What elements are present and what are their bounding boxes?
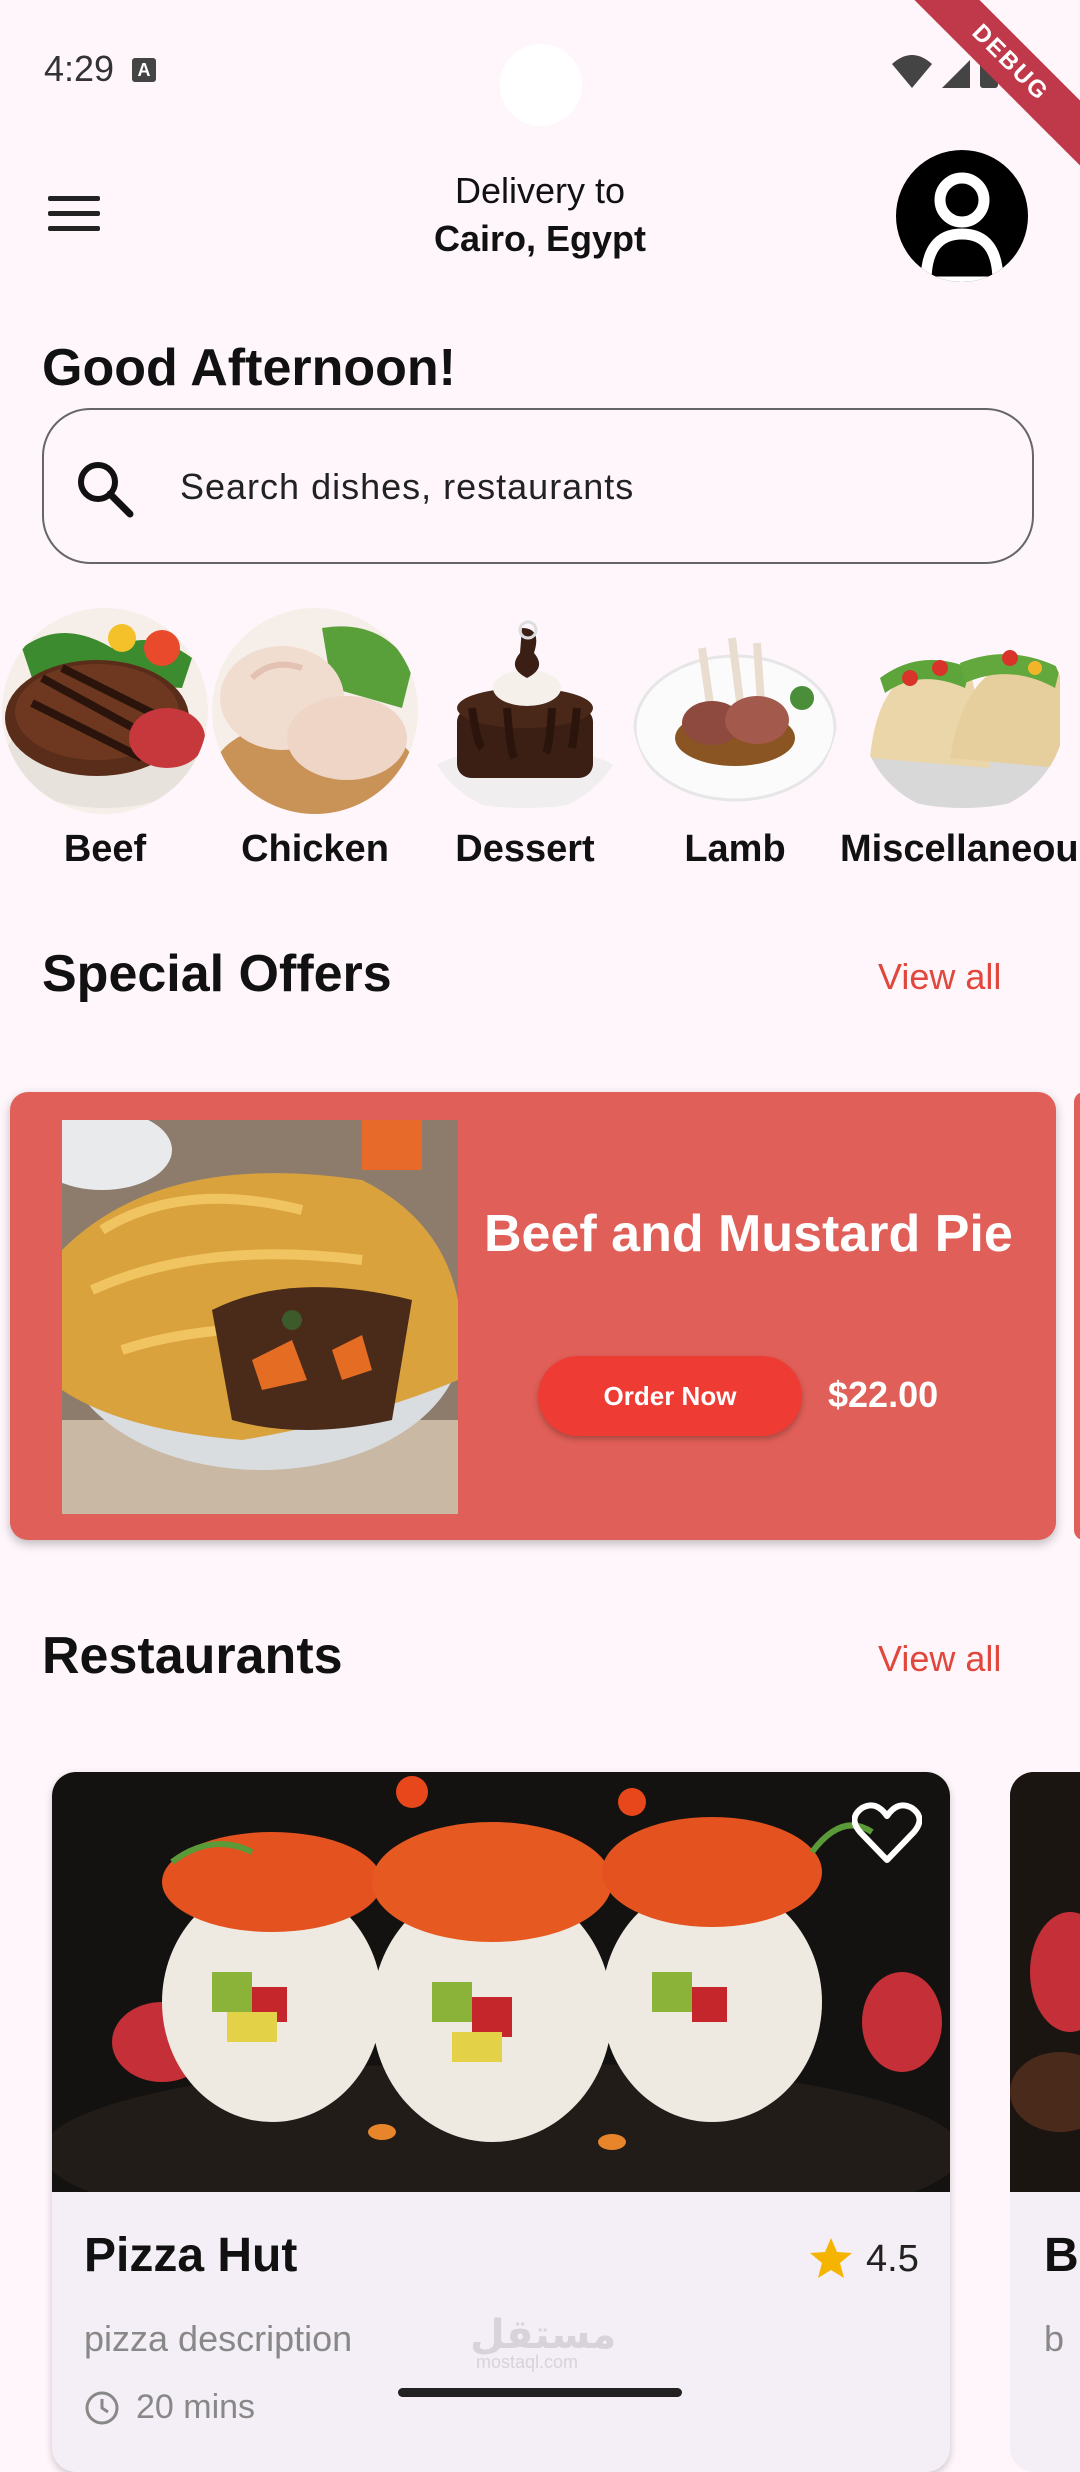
profile-avatar[interactable] (896, 150, 1028, 282)
restaurant-image (52, 1772, 950, 2192)
status-bar: 4:29 A DEBUG (0, 0, 1080, 172)
category-lamb[interactable]: Lamb (630, 608, 840, 871)
offer-title: Beef and Mustard Pie (484, 1205, 1013, 1263)
offer-price: $22.00 (828, 1374, 939, 1415)
tacos-image (860, 608, 1066, 814)
next-offer-card[interactable] (1074, 1092, 1080, 1540)
category-label: Lamb (684, 828, 786, 870)
restaurants-view-all-link[interactable]: View all (878, 1638, 1001, 1680)
restaurant-name: Bu (1044, 2229, 1080, 2282)
chicken-image (212, 608, 418, 814)
category-label: Dessert (455, 828, 595, 870)
sushi-roll (162, 1832, 382, 2122)
favorite-heart-icon[interactable] (852, 1800, 922, 1864)
signal-icon (942, 60, 970, 88)
special-offers-title: Special Offers (42, 945, 392, 1003)
category-label: Beef (63, 828, 147, 870)
search-input[interactable]: Search dishes, restaurants (180, 466, 634, 508)
category-dessert[interactable]: Dessert (420, 608, 630, 871)
greeting-title: Good Afternoon! (42, 339, 456, 397)
status-time: 4:29 (44, 48, 115, 89)
offer-image (62, 1120, 458, 1514)
camera-cutout (500, 44, 582, 126)
category-label: Chicken (241, 828, 389, 870)
star-icon (810, 2238, 852, 2278)
delivery-time: 20 mins (136, 2388, 256, 2426)
category-miscellaneous[interactable]: Miscellaneous (840, 608, 1080, 871)
category-chicken[interactable]: Chicken (210, 608, 420, 871)
sushi-roll (602, 1817, 822, 2122)
category-beef[interactable]: Beef (0, 608, 210, 871)
clock-icon (85, 2391, 119, 2425)
user-icon (920, 172, 1004, 282)
delivery-label: Delivery to (454, 170, 626, 211)
wifi-icon (892, 55, 932, 88)
delivery-location[interactable]: Cairo, Egypt (340, 218, 740, 260)
restaurant-name: Pizza Hut (84, 2229, 298, 2282)
restaurant-rating: 4.5 (866, 2238, 919, 2280)
lamb-image (632, 608, 838, 814)
restaurant-description: b (1044, 2318, 1065, 2359)
restaurants-title: Restaurants (42, 1627, 343, 1685)
category-label: Miscellaneous (840, 828, 1080, 870)
special-offers-view-all-link[interactable]: View all (878, 956, 1001, 998)
home-indicator[interactable] (398, 2388, 682, 2397)
menu-icon[interactable] (48, 196, 100, 232)
restaurant-image (1010, 1772, 1080, 2192)
watermark-url: mostaql.com (476, 2352, 579, 2372)
beef-image (2, 608, 208, 814)
restaurant-description: pizza description (84, 2318, 353, 2359)
sushi-roll (372, 1822, 612, 2142)
notification-icon: A (132, 58, 156, 82)
order-now-button[interactable]: Order Now (538, 1356, 802, 1436)
search-icon (78, 462, 134, 518)
dessert-image (422, 608, 628, 814)
